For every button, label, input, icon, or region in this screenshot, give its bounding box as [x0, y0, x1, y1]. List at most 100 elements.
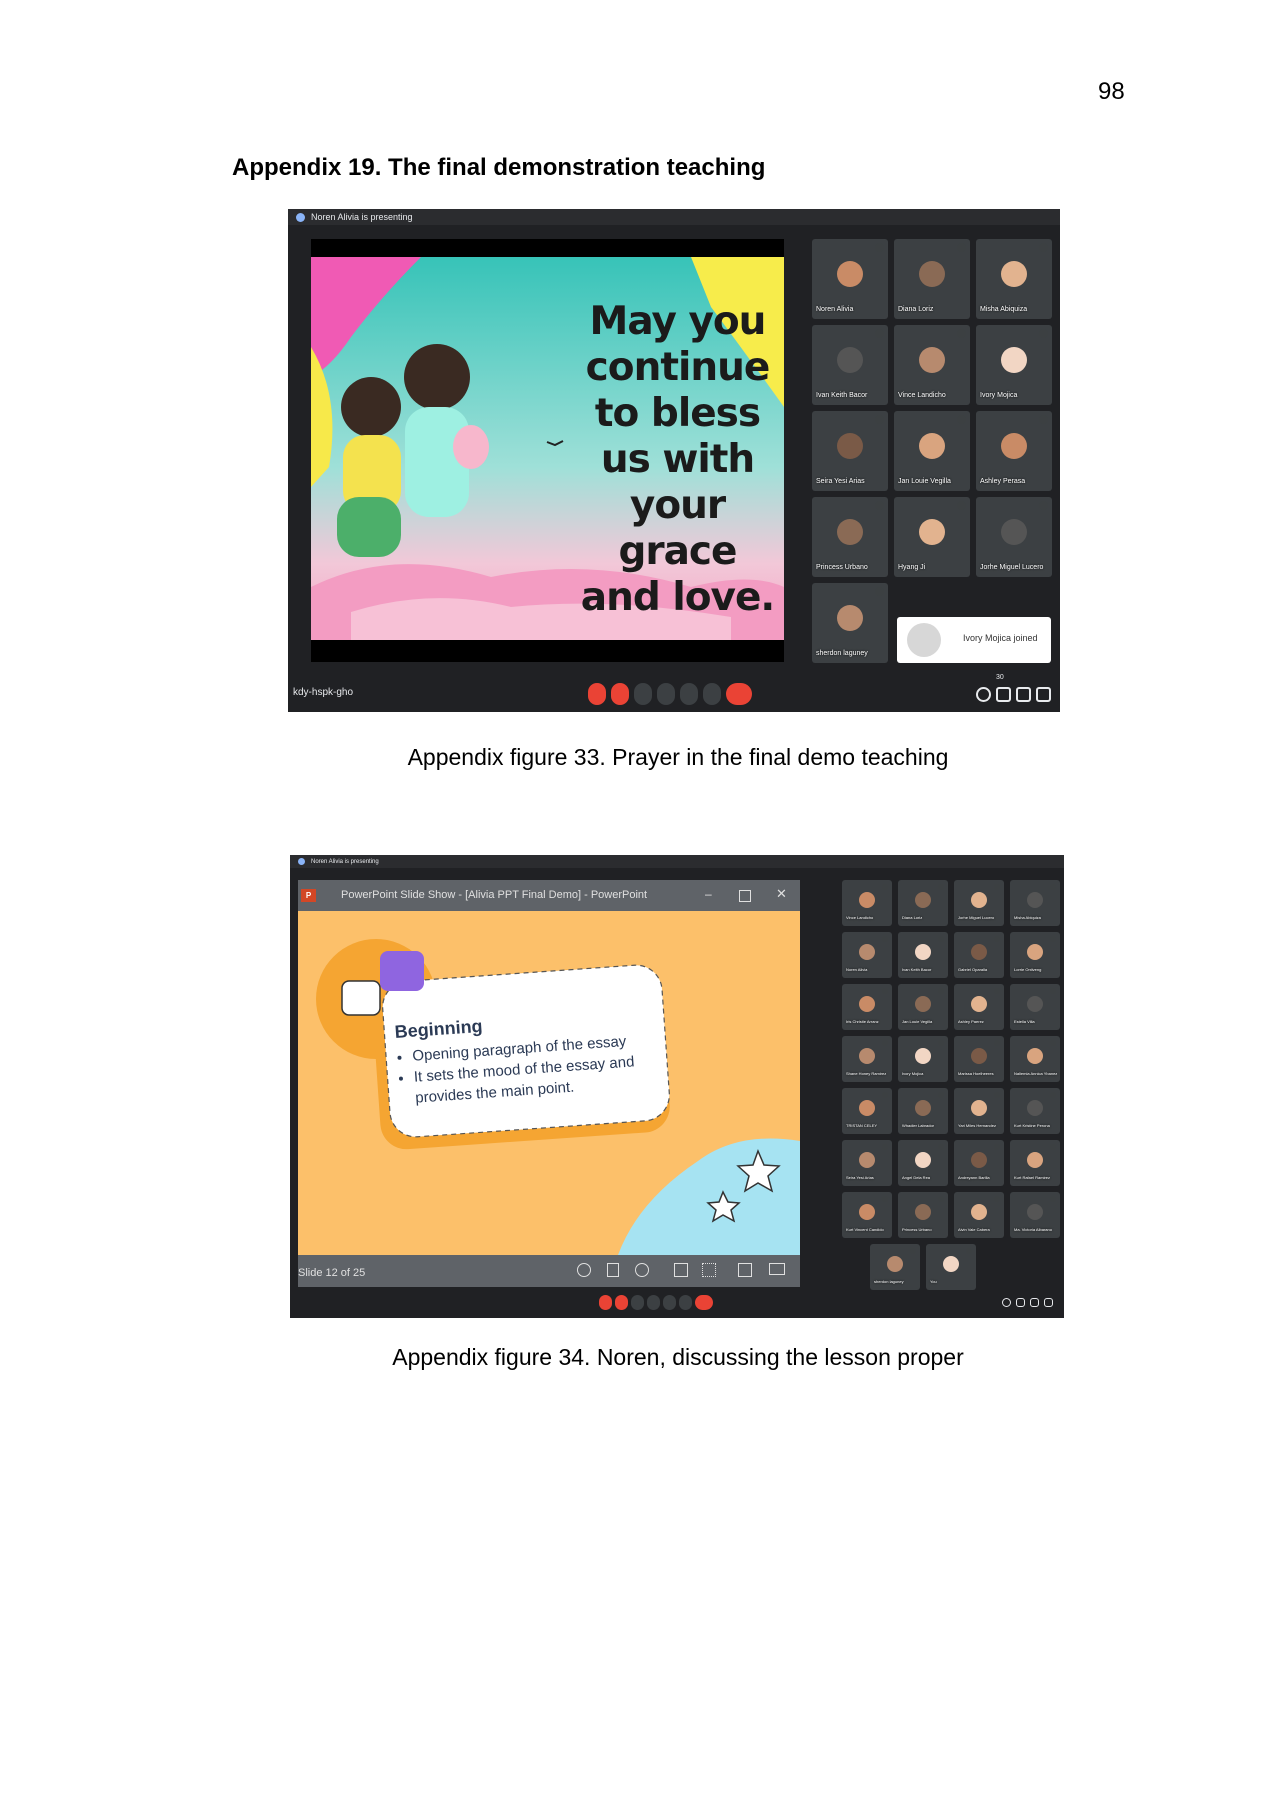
participant-tile[interactable]: You — [926, 1244, 976, 1290]
participant-tile[interactable]: Kurt Vincent Candido — [842, 1192, 892, 1238]
slideshow-button[interactable] — [769, 1263, 785, 1275]
mic-muted-icon — [1039, 329, 1048, 338]
participant-tile[interactable]: Shane Honey Ramirez — [842, 1036, 892, 1082]
participant-avatar — [837, 605, 863, 632]
maximize-button[interactable] — [739, 890, 751, 902]
camera-off-button[interactable] — [611, 683, 629, 705]
participant-tile[interactable]: Hyang Ji — [894, 497, 970, 577]
participant-tile[interactable]: Yari Miles Hernandez — [954, 1088, 1004, 1134]
participant-avatar — [943, 1256, 959, 1273]
prev-slide-button[interactable] — [577, 1263, 591, 1277]
participant-tile[interactable]: Princess Urbano — [812, 497, 888, 577]
participant-name: Seira Yesi Arias — [846, 1175, 874, 1180]
present-button[interactable] — [663, 1295, 676, 1310]
present-button[interactable] — [680, 683, 698, 705]
participant-tile[interactable]: Jan Louie Vegilla — [898, 984, 948, 1030]
participant-tile[interactable]: Jorhe Miguel Lucero — [976, 497, 1052, 577]
minimize-button[interactable]: – — [705, 887, 712, 901]
chat-icon[interactable] — [1016, 687, 1031, 702]
people-icon[interactable] — [1016, 1298, 1025, 1307]
participant-tile[interactable]: Vince Landicho — [894, 325, 970, 405]
slide-counter: Slide 12 of 25 — [298, 1267, 366, 1279]
mic-off-button[interactable] — [588, 683, 606, 705]
participant-tile[interactable]: Gabriel Oparalla — [954, 932, 1004, 978]
next-slide-button[interactable] — [635, 1263, 649, 1277]
participant-name: Jan Louie Vegilla — [902, 1019, 933, 1024]
raise-hand-button[interactable] — [657, 683, 675, 705]
participant-tile[interactable]: Estella Villa — [1010, 984, 1060, 1030]
participant-tile[interactable]: Marissa Hoelheeres — [954, 1036, 1004, 1082]
participant-name: sherdon laguney — [816, 650, 868, 657]
info-icon[interactable] — [976, 687, 991, 702]
reading-view-button[interactable] — [738, 1263, 752, 1277]
participant-tile[interactable]: Lorrie Ontiveng — [1010, 932, 1060, 978]
participant-avatar — [971, 1152, 987, 1169]
camera-off-button[interactable] — [615, 1295, 628, 1310]
captions-button[interactable] — [631, 1295, 644, 1310]
participant-tile[interactable]: Alvin Vale Cabera — [954, 1192, 1004, 1238]
mic-muted-icon — [1050, 936, 1056, 942]
participant-tile[interactable]: Seira Yesi Arias — [842, 1140, 892, 1186]
participant-tile[interactable]: Ivan Keith Bacor — [812, 325, 888, 405]
participant-tile[interactable]: Andreyann Barilla — [954, 1140, 1004, 1186]
participant-tile[interactable]: Misha Abiquiza — [1010, 880, 1060, 926]
more-options-button[interactable] — [679, 1295, 692, 1310]
mic-muted-icon — [875, 501, 884, 510]
participant-tile[interactable]: TRISTAN CELEY — [842, 1088, 892, 1134]
participant-tile[interactable]: Kurt Kristine Perona — [1010, 1088, 1060, 1134]
mic-muted-icon — [882, 988, 888, 994]
mic-muted-icon — [875, 329, 884, 338]
participant-tile[interactable]: sherdon laguney — [870, 1244, 920, 1290]
participant-tile[interactable]: Noren Alivia — [812, 239, 888, 319]
people-icon[interactable] — [996, 687, 1011, 702]
grid-view-button[interactable] — [702, 1263, 716, 1277]
presenting-label: Noren Alivia is presenting — [311, 858, 379, 865]
participant-avatar — [859, 1048, 875, 1065]
view-button[interactable] — [674, 1263, 688, 1277]
participant-tile[interactable]: Jorhe Miguel Lucero — [954, 880, 1004, 926]
participant-tile[interactable]: Jan Louie Vegilla — [894, 411, 970, 491]
chat-icon[interactable] — [1030, 1298, 1039, 1307]
presenting-label: Noren Alivia is presenting — [311, 212, 413, 222]
more-options-button[interactable] — [703, 683, 721, 705]
close-button[interactable]: ✕ — [776, 886, 787, 902]
participant-tile[interactable]: Kurt Rafael Ramirez — [1010, 1140, 1060, 1186]
participant-tile[interactable]: Ashley Paerez — [954, 984, 1004, 1030]
participant-tile[interactable]: Seira Yesi Arias — [812, 411, 888, 491]
participant-tile[interactable]: sherdon laguney — [812, 583, 888, 663]
participant-tile[interactable]: Misha Abiquiza — [976, 239, 1052, 319]
mic-muted-icon — [994, 936, 1000, 942]
participant-name: Kurt Vincent Candido — [846, 1227, 884, 1232]
participant-tile[interactable]: Angel Dela Rea — [898, 1140, 948, 1186]
mic-off-button[interactable] — [599, 1295, 612, 1310]
participant-tile[interactable]: Diana Loriz — [894, 239, 970, 319]
participant-tile[interactable]: Ma. Victoria Albarano — [1010, 1192, 1060, 1238]
figure-34-caption: Appendix figure 34. Noren, discussing th… — [392, 1344, 964, 1370]
activities-icon[interactable] — [1044, 1298, 1053, 1307]
leave-call-button[interactable] — [726, 683, 752, 705]
powerpoint-window: P PowerPoint Slide Show - [Alivia PPT Fi… — [298, 880, 800, 1287]
participant-tile[interactable]: Vince Landicho — [842, 880, 892, 926]
mic-muted-icon — [938, 988, 944, 994]
participant-tile[interactable]: Noren Alivia — [842, 932, 892, 978]
participant-tile[interactable]: Ivory Mojica — [898, 1036, 948, 1082]
raise-hand-button[interactable] — [647, 1295, 660, 1310]
participant-count: 30 — [996, 674, 1004, 681]
participant-tile[interactable]: Naliemia Annica Ybanez — [1010, 1036, 1060, 1082]
participant-tile[interactable]: Princess Urbano — [898, 1192, 948, 1238]
participant-tile[interactable]: Ashley Perasa — [976, 411, 1052, 491]
captions-button[interactable] — [634, 683, 652, 705]
participant-tile[interactable]: Iris Christie Arranz — [842, 984, 892, 1030]
mic-muted-icon — [882, 1196, 888, 1202]
participant-tile[interactable]: Whadier Labrador — [898, 1088, 948, 1134]
participant-tile[interactable]: Ivan Keith Bacor — [898, 932, 948, 978]
activities-icon[interactable] — [1036, 687, 1051, 702]
participant-avatar — [859, 1152, 875, 1169]
participant-name: Noren Alivia — [816, 306, 854, 313]
info-icon[interactable] — [1002, 1298, 1011, 1307]
participant-avatar — [837, 433, 863, 460]
notes-button[interactable] — [607, 1263, 619, 1277]
participant-tile[interactable]: Ivory Mojica — [976, 325, 1052, 405]
leave-call-button[interactable] — [695, 1295, 713, 1310]
participant-tile[interactable]: Diana Loriz — [898, 880, 948, 926]
